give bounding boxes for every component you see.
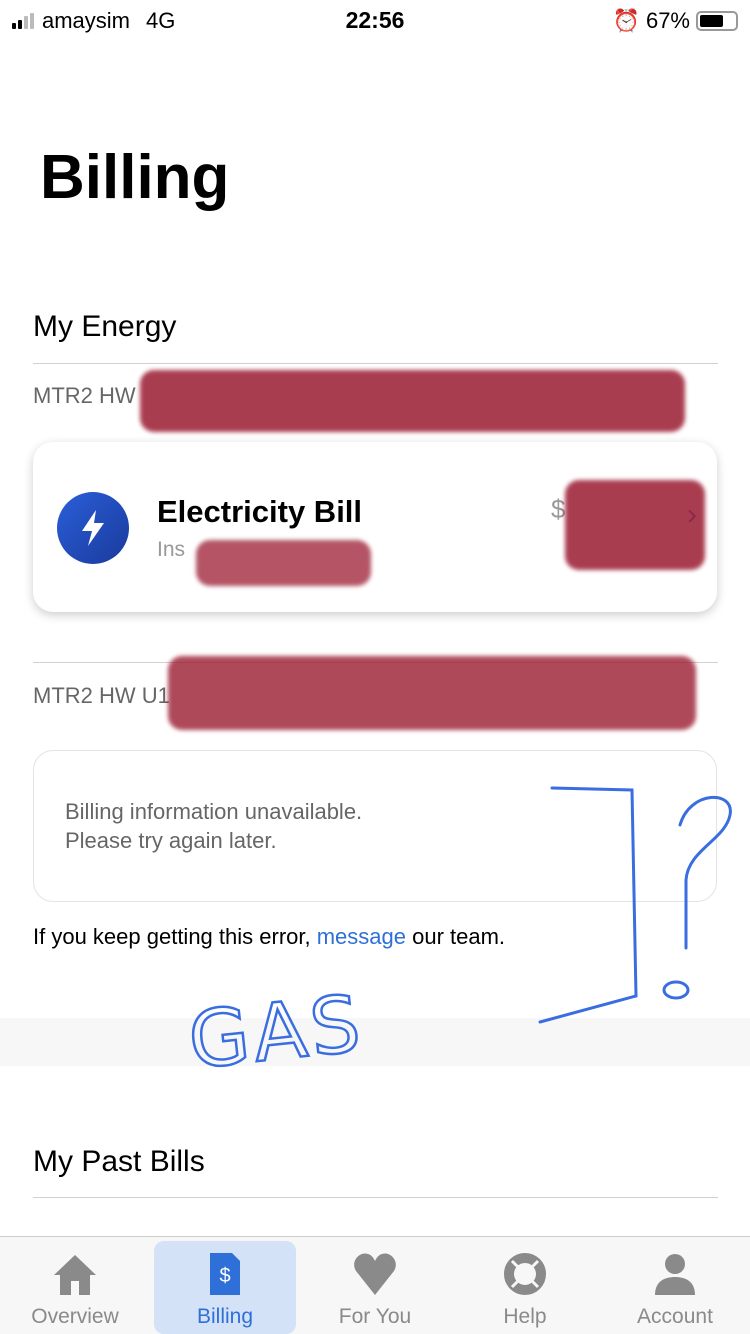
tab-label: For You (338, 1305, 412, 1328)
tab-label: Overview (31, 1305, 119, 1328)
note-text: our team. (406, 924, 506, 949)
tab-bar: Overview $ Billing For You Help Account (0, 1236, 750, 1334)
bill-icon: $ (210, 1253, 240, 1295)
note-text: If you keep getting this error, (33, 924, 317, 949)
card-subtitle: Ins (157, 538, 186, 561)
tab-label: Billing (196, 1305, 254, 1328)
tab-account[interactable]: Account (600, 1237, 750, 1334)
redaction (565, 480, 705, 570)
redaction (168, 656, 696, 730)
card-amount: $ (551, 494, 566, 524)
tab-for-you[interactable]: For You (300, 1237, 450, 1334)
message-link[interactable]: message (317, 924, 406, 949)
help-note: If you keep getting this error, message … (33, 924, 505, 950)
battery-percent: 67% (645, 8, 690, 33)
heart-icon (354, 1253, 396, 1295)
battery-icon (696, 11, 738, 31)
section-title-past-bills: My Past Bills (33, 1145, 205, 1178)
alarm-icon: ⏰ (612, 8, 640, 33)
redaction (196, 540, 371, 586)
lifebuoy-icon (504, 1253, 546, 1295)
redaction (140, 370, 685, 432)
tab-billing[interactable]: $ Billing (150, 1237, 300, 1334)
svg-text:$: $ (219, 1265, 230, 1287)
divider (33, 363, 718, 364)
billing-error-box: Billing information unavailable. Please … (33, 750, 717, 902)
divider (33, 1197, 718, 1198)
home-icon (54, 1255, 96, 1295)
person-icon (655, 1254, 695, 1295)
tab-help[interactable]: Help (450, 1237, 600, 1334)
lightning-bolt-icon (57, 492, 129, 564)
card-title: Electricity Bill (157, 494, 363, 529)
account-label: MTR2 HW U1 (33, 683, 170, 708)
section-title-my-energy: My Energy (33, 310, 177, 343)
status-bar: amaysim 4G 22:56 ⏰ 67% (0, 0, 750, 40)
tab-label: Account (637, 1305, 713, 1328)
tab-label: Help (503, 1305, 547, 1328)
error-line: Billing information unavailable. (65, 799, 363, 824)
account-label: MTR2 HW (33, 383, 136, 408)
page-title: Billing (40, 143, 230, 212)
tab-overview[interactable]: Overview (0, 1237, 150, 1334)
section-spacer (0, 1018, 750, 1066)
error-line: Please try again later. (65, 828, 277, 853)
